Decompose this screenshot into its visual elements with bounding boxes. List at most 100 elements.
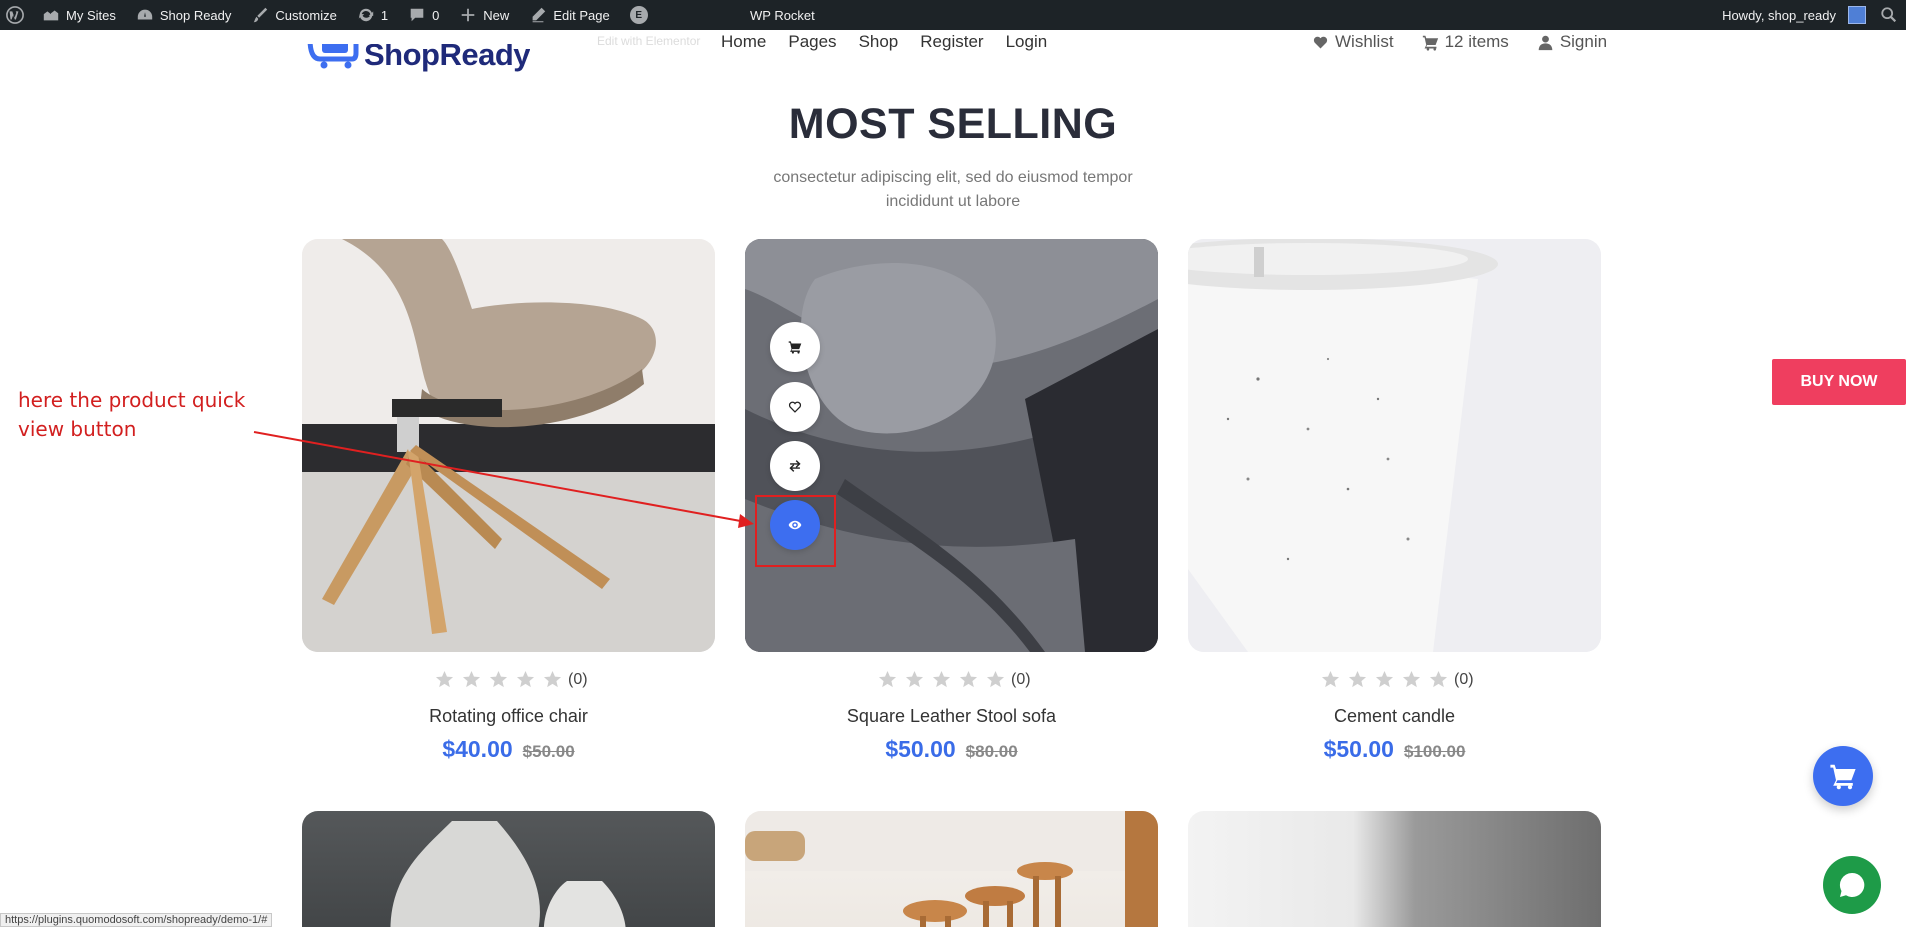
star-icon — [986, 670, 1005, 688]
star-icon — [1429, 670, 1448, 688]
user-icon — [1538, 35, 1553, 50]
price-product-3: $50.00 $100.00 — [1188, 736, 1601, 763]
compare-button[interactable] — [770, 441, 820, 491]
my-sites-label: My Sites — [66, 7, 116, 23]
product-image-chair[interactable] — [302, 239, 715, 652]
product-image-vases[interactable] — [302, 811, 715, 927]
rating-product-3: (0) — [1321, 670, 1474, 689]
buy-now-button[interactable]: BUY NOW — [1772, 359, 1906, 405]
admin-bar: My Sites Shop Ready Customize 1 0 New Ed… — [0, 0, 1906, 30]
status-bar-url: https://plugins.quomodosoft.com/shopread… — [0, 913, 273, 927]
rating-product-1: (0) — [435, 670, 588, 689]
chair-illustration — [302, 239, 715, 652]
edit-page-link[interactable]: Edit Page — [519, 0, 619, 30]
edit-with-elementor[interactable]: Edit with Elementor — [597, 34, 700, 48]
stars-product-3 — [1321, 670, 1448, 689]
star-icon — [543, 670, 562, 688]
quick-view-highlight — [755, 495, 836, 567]
customize-link[interactable]: Customize — [241, 0, 346, 30]
customize-label: Customize — [275, 7, 337, 23]
star-icon — [516, 670, 535, 688]
stars-product-2 — [878, 670, 1005, 689]
star-icon — [1321, 670, 1340, 688]
star-icon — [462, 670, 481, 688]
site-logo[interactable]: ShopReady — [306, 44, 530, 74]
annotation-text: here the product quick view button — [18, 388, 246, 441]
comments-count: 0 — [432, 7, 440, 23]
nav-login[interactable]: Login — [1006, 32, 1048, 52]
section-title: MOST SELLING — [788, 100, 1118, 148]
site-name-menu[interactable]: Shop Ready — [126, 0, 242, 30]
wp-rocket-menu[interactable]: WP Rocket — [750, 0, 815, 30]
vases-illustration — [390, 821, 626, 927]
nav-home[interactable]: Home — [721, 32, 766, 52]
star-icon — [959, 670, 978, 688]
price-product-2: $50.00 $80.00 — [745, 736, 1158, 763]
price-current: $50.00 — [885, 736, 956, 762]
logo-cart-icon — [307, 44, 359, 69]
search-toggle[interactable] — [1872, 0, 1906, 30]
comment-icon — [410, 8, 424, 22]
new-content-menu[interactable]: New — [449, 0, 519, 30]
star-icon — [435, 670, 454, 688]
edit-page-label: Edit Page — [553, 7, 610, 23]
account-menu[interactable]: Howdy, shop_ready — [1712, 0, 1872, 30]
heart-icon — [1313, 36, 1328, 48]
elementor-menu[interactable]: E — [620, 0, 658, 30]
add-to-cart-button[interactable] — [770, 322, 820, 372]
stars-product-1 — [435, 670, 562, 689]
price-original: $50.00 — [522, 742, 575, 761]
product-name-2[interactable]: Square Leather Stool sofa — [745, 706, 1158, 727]
product-name-3[interactable]: Cement candle — [1188, 706, 1601, 727]
product-image-stools[interactable] — [745, 811, 1158, 927]
add-to-wishlist-button[interactable] — [770, 382, 820, 432]
star-icon — [878, 670, 897, 688]
floating-cart-button[interactable] — [1813, 746, 1873, 806]
header-actions: Wishlist 12 items Signin — [1312, 32, 1607, 52]
rating-count: (0) — [568, 670, 588, 688]
updates-link[interactable]: 1 — [347, 0, 398, 30]
nav-shop[interactable]: Shop — [859, 32, 899, 52]
stools-illustration — [745, 811, 1158, 927]
cart-icon — [1422, 35, 1438, 51]
product-image-pillow[interactable] — [1188, 811, 1601, 927]
cart-link[interactable]: 12 items — [1422, 32, 1509, 52]
rating-count: (0) — [1454, 670, 1474, 688]
plus-icon — [461, 8, 475, 22]
comments-link[interactable]: 0 — [398, 0, 449, 30]
elementor-icon: E — [629, 6, 648, 24]
product-name-1[interactable]: Rotating office chair — [302, 706, 715, 727]
heart-icon — [788, 401, 802, 413]
signin-link[interactable]: Signin — [1537, 32, 1607, 52]
chat-icon — [1839, 872, 1865, 897]
price-current: $40.00 — [442, 736, 513, 762]
main-nav: Home Pages Shop Register Login — [721, 32, 1047, 52]
wp-rocket-label: WP Rocket — [750, 7, 815, 23]
chat-button[interactable] — [1823, 856, 1881, 914]
star-icon — [489, 670, 508, 688]
howdy-label: Howdy, shop_ready — [1722, 7, 1836, 23]
star-icon — [1402, 670, 1421, 688]
price-original: $80.00 — [965, 742, 1018, 761]
new-label: New — [483, 7, 510, 23]
my-sites-menu[interactable]: My Sites — [32, 0, 126, 30]
wishlist-link[interactable]: Wishlist — [1312, 32, 1394, 52]
avatar — [1848, 6, 1866, 24]
nav-pages[interactable]: Pages — [788, 32, 836, 52]
rating-count: (0) — [1011, 670, 1031, 688]
logo-text: ShopReady — [364, 44, 531, 72]
price-original: $100.00 — [1403, 742, 1466, 761]
dashboard-icon — [137, 9, 153, 20]
updates-icon — [358, 8, 374, 22]
signin-label: Signin — [1559, 32, 1608, 51]
star-icon — [905, 670, 924, 688]
site-header: ShopReady Edit with Elementor Home Pages… — [0, 30, 1906, 82]
pencil-icon — [532, 7, 546, 23]
product-image-candle[interactable] — [1188, 239, 1601, 652]
candle-illustration — [1188, 239, 1601, 652]
price-product-1: $40.00 $50.00 — [302, 736, 715, 763]
wordpress-logo-icon[interactable] — [0, 0, 32, 30]
wishlist-label: Wishlist — [1335, 32, 1394, 51]
my-sites-icon — [43, 10, 59, 21]
nav-register[interactable]: Register — [920, 32, 983, 52]
